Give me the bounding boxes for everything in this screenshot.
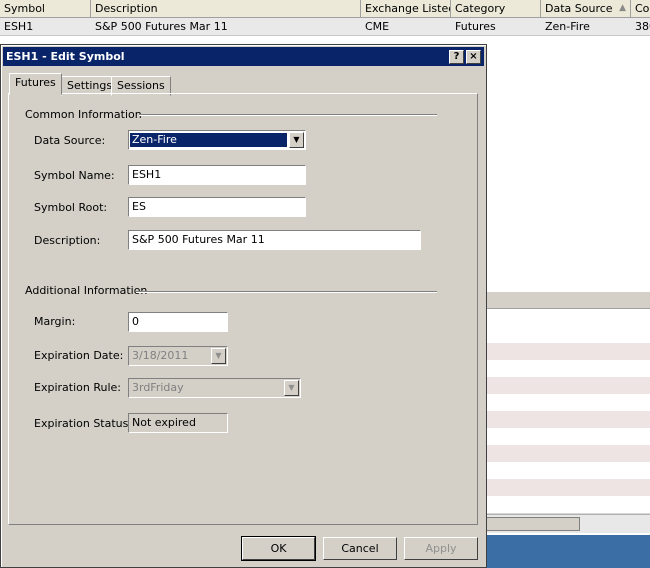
common-information-heading: Common Information — [25, 108, 142, 121]
lower-grid-header — [486, 292, 650, 309]
symbol-root-label: Symbol Root: — [34, 201, 108, 214]
symbol-name-input[interactable]: ESH1 — [128, 165, 306, 185]
description-label: Description: — [34, 234, 101, 247]
margin-label: Margin: — [34, 315, 76, 328]
futures-tab-panel: Common Information Data Source: Zen-Fire… — [8, 93, 478, 525]
list-item[interactable] — [486, 445, 650, 463]
expiration-rule-label: Expiration Rule: — [34, 381, 121, 394]
tab-futures[interactable]: Futures — [9, 73, 62, 95]
column-header-description[interactable]: Description — [91, 0, 361, 17]
margin-input[interactable]: 0 — [128, 312, 228, 332]
apply-button[interactable]: Apply — [404, 537, 478, 560]
list-item[interactable] — [486, 428, 650, 446]
expiration-rule-dropdown: 3rdFriday ▼ — [128, 378, 301, 398]
cell-category: Futures — [455, 20, 496, 33]
description-input[interactable]: S&P 500 Futures Mar 11 — [128, 230, 421, 250]
expiration-date-value: 3/18/2011 — [132, 349, 189, 362]
column-header-co[interactable]: Co — [631, 0, 650, 17]
cell-description: S&P 500 Futures Mar 11 — [95, 20, 228, 33]
symbol-root-input[interactable]: ES — [128, 197, 306, 217]
sort-ascending-icon: ▲ — [619, 3, 626, 13]
table-row[interactable]: ESH1 S&P 500 Futures Mar 11 CME Futures … — [0, 18, 650, 36]
grid-header: Symbol Description Exchange Listed Categ… — [0, 0, 650, 18]
close-button[interactable]: × — [466, 50, 481, 64]
section-divider — [136, 291, 437, 293]
data-source-value: Zen-Fire — [130, 133, 287, 147]
edit-symbol-dialog: ESH1 - Edit Symbol ? × Futures Settings … — [0, 44, 487, 568]
dialog-title: ESH1 - Edit Symbol — [6, 50, 125, 63]
list-item[interactable] — [486, 343, 650, 361]
scrollbar-thumb[interactable] — [486, 517, 580, 531]
symbol-name-label: Symbol Name: — [34, 169, 115, 182]
chevron-down-icon: ▼ — [211, 348, 226, 364]
expiration-date-picker: 3/18/2011 ▼ — [128, 346, 228, 366]
list-item[interactable] — [486, 462, 650, 480]
ok-button[interactable]: OK — [241, 536, 316, 561]
column-header-category[interactable]: Category — [451, 0, 541, 17]
column-header-symbol[interactable]: Symbol — [0, 0, 91, 17]
list-item[interactable] — [486, 496, 650, 514]
cell-co: 380 — [635, 20, 650, 33]
data-source-dropdown[interactable]: Zen-Fire ▼ — [128, 130, 306, 150]
column-header-data-source-label: Data Source — [545, 2, 613, 15]
background-desktop-area — [486, 535, 650, 568]
list-item[interactable] — [486, 326, 650, 344]
dialog-titlebar[interactable]: ESH1 - Edit Symbol ? × — [3, 47, 484, 66]
help-button[interactable]: ? — [449, 50, 464, 64]
list-item[interactable] — [486, 377, 650, 395]
additional-information-heading: Additional Information — [25, 284, 148, 297]
list-item[interactable] — [486, 411, 650, 429]
expiration-date-label: Expiration Date: — [34, 349, 124, 362]
column-header-exchange[interactable]: Exchange Listed — [361, 0, 451, 17]
chevron-down-icon: ▼ — [284, 380, 299, 396]
list-item[interactable] — [486, 309, 650, 327]
section-divider — [139, 114, 437, 116]
column-header-data-source[interactable]: Data Source ▲ — [541, 0, 631, 17]
cancel-button[interactable]: Cancel — [323, 537, 397, 560]
data-source-label: Data Source: — [34, 134, 106, 147]
list-item[interactable] — [486, 479, 650, 497]
cell-exchange: CME — [365, 20, 390, 33]
expiration-rule-value: 3rdFriday — [132, 381, 184, 394]
list-item[interactable] — [486, 360, 650, 378]
list-item[interactable] — [486, 394, 650, 412]
horizontal-scrollbar[interactable] — [486, 514, 650, 533]
cell-symbol: ESH1 — [4, 20, 34, 33]
chevron-down-icon[interactable]: ▼ — [289, 132, 304, 148]
cell-data-source: Zen-Fire — [545, 20, 590, 33]
expiration-status-field: Not expired — [128, 413, 228, 433]
expiration-status-label: Expiration Status: — [34, 417, 133, 430]
